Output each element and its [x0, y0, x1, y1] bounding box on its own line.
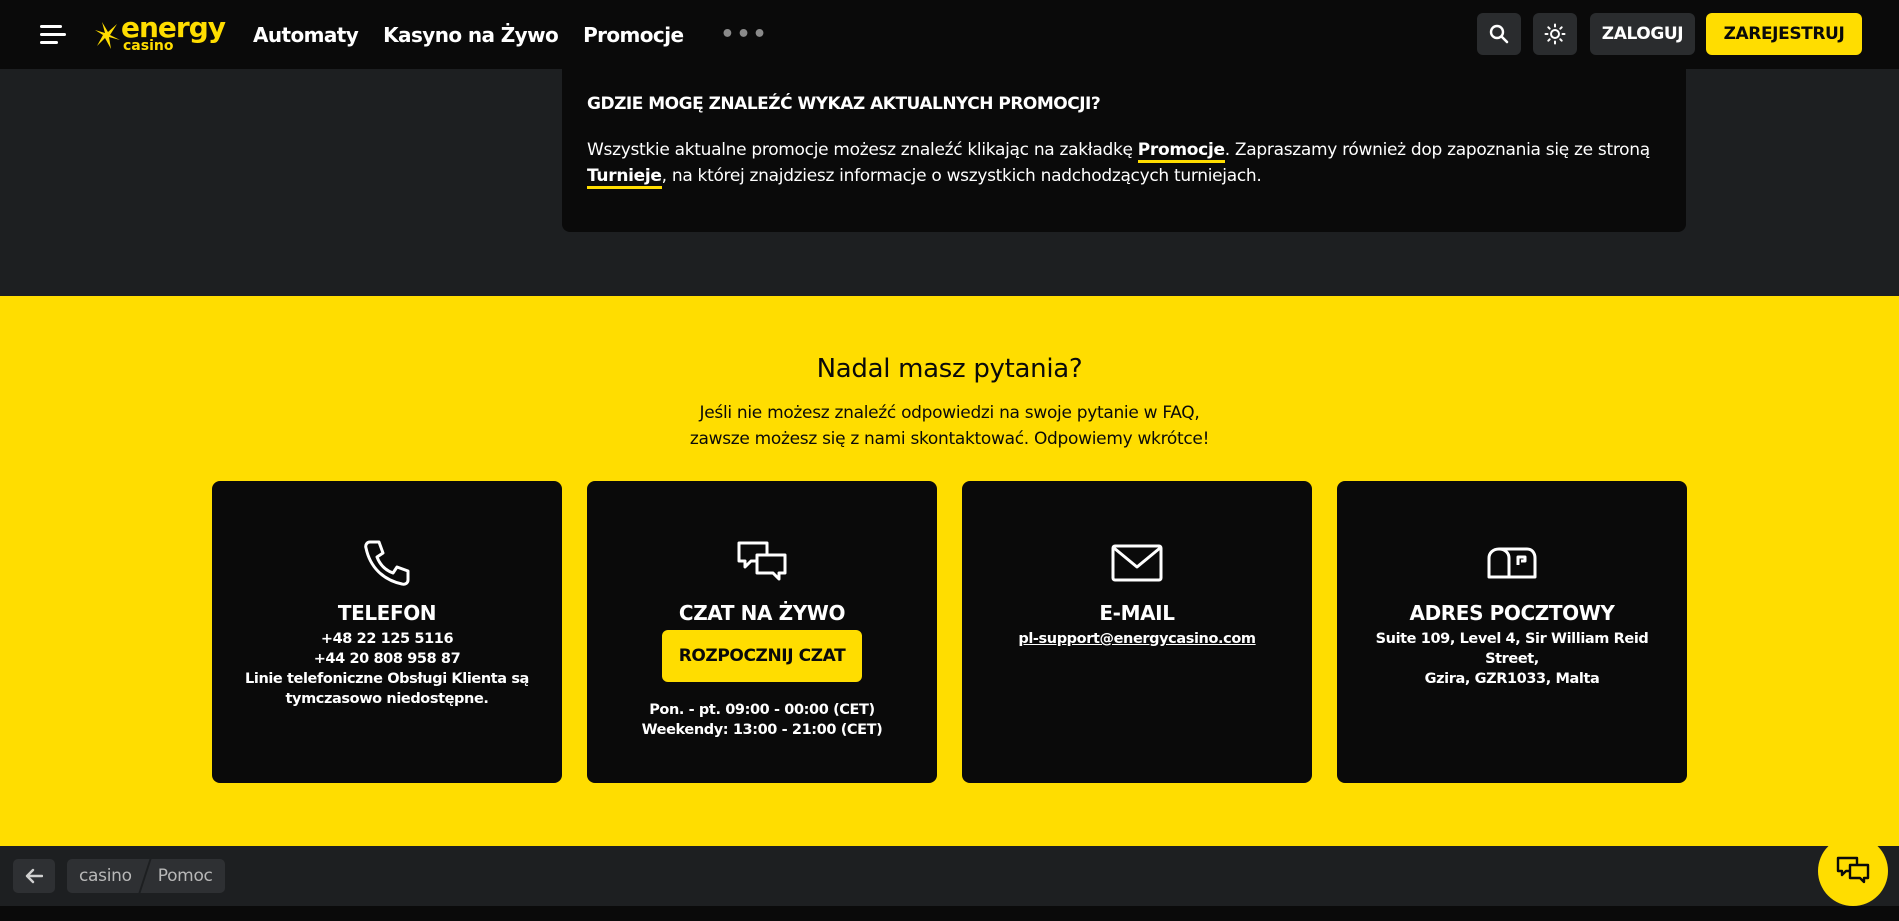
- postal-address-line: Suite 109, Level 4, Sir William Reid Str…: [1375, 631, 1649, 667]
- contact-cards: TELEFON +48 22 125 5116 +44 20 808 958 8…: [212, 481, 1687, 783]
- hamburger-icon[interactable]: [40, 22, 66, 46]
- promocje-link[interactable]: Promocje: [1137, 140, 1225, 163]
- contact-section: Nadal masz pytania? Jeśli nie możesz zna…: [0, 296, 1899, 846]
- logo-star-icon: [95, 22, 120, 49]
- phone-details: +48 22 125 5116 +44 20 808 958 87 Linie …: [232, 629, 542, 709]
- faq-question[interactable]: GDZIE MOGĘ ZNALEŹĆ WYKAZ AKTUALNYCH PROM…: [587, 94, 1101, 114]
- search-button[interactable]: [1477, 13, 1521, 55]
- chat-icon-wrap: [587, 537, 937, 589]
- postal-icon-wrap: [1337, 537, 1687, 589]
- top-header: energy casino Automaty Kasyno na Żywo Pr…: [0, 0, 1899, 69]
- logo-sub: casino: [123, 38, 174, 54]
- chat-card: CZAT NA ŻYWO ROZPOCZNIJ CZAT Pon. - pt. …: [587, 481, 937, 783]
- chat-bubbles-icon: [737, 541, 787, 581]
- email-card: E-MAIL pl-support@energycasino.com: [962, 481, 1312, 783]
- chat-icon: [1836, 856, 1870, 884]
- faq-answer-text: . Zapraszamy również dop zapoznania się …: [1224, 140, 1650, 160]
- chat-hours-weekdays: Pon. - pt. 09:00 - 00:00 (CET): [649, 702, 875, 718]
- phone-number[interactable]: +44 20 808 958 87: [232, 649, 542, 669]
- register-button[interactable]: ZAREJESTRUJ: [1706, 13, 1862, 55]
- back-button[interactable]: [13, 859, 55, 893]
- phone-number[interactable]: +48 22 125 5116: [232, 629, 542, 649]
- mailbox-icon: [1487, 547, 1537, 579]
- start-chat-button[interactable]: ROZPOCZNIJ CZAT: [662, 630, 862, 682]
- nav-promocje[interactable]: Promocje: [583, 23, 684, 47]
- theme-toggle-button[interactable]: [1533, 13, 1577, 55]
- contact-subtitle: Jeśli nie możesz znaleźć odpowiedzi na s…: [0, 400, 1899, 452]
- postal-address-line: Gzira, GZR1033, Malta: [1424, 671, 1600, 687]
- postal-address: Suite 109, Level 4, Sir William Reid Str…: [1357, 629, 1667, 689]
- phone-note: Linie telefoniczne Obsługi Klienta są ty…: [245, 671, 529, 707]
- breadcrumb-pomoc[interactable]: Pomoc: [146, 859, 225, 893]
- contact-subtitle-line: Jeśli nie możesz znaleźć odpowiedzi na s…: [699, 403, 1200, 423]
- email-details: pl-support@energycasino.com: [982, 629, 1292, 649]
- chat-hours-weekend: Weekendy: 13:00 - 21:00 (CET): [641, 722, 883, 738]
- breadcrumb-bar: casino Pomoc: [0, 846, 1899, 906]
- breadcrumb-casino[interactable]: casino: [67, 859, 144, 893]
- nav-kasyno-na-zywo[interactable]: Kasyno na Żywo: [383, 23, 559, 47]
- phone-card: TELEFON +48 22 125 5116 +44 20 808 958 8…: [212, 481, 562, 783]
- phone-title: TELEFON: [337, 601, 437, 625]
- envelope-icon: [1111, 544, 1163, 582]
- faq-answer: Wszystkie aktualne promocje możesz znale…: [587, 137, 1677, 189]
- breadcrumb: casino Pomoc: [67, 859, 225, 893]
- phone-icon-wrap: [212, 537, 562, 589]
- chat-hours: Pon. - pt. 09:00 - 00:00 (CET) Weekendy:…: [587, 700, 937, 740]
- more-menu-button[interactable]: •••: [720, 22, 768, 47]
- login-button[interactable]: ZALOGUJ: [1590, 13, 1695, 55]
- main-nav: Automaty Kasyno na Żywo Promocje •••: [253, 0, 769, 69]
- postal-title: ADRES POCZTOWY: [1409, 601, 1615, 625]
- email-link[interactable]: pl-support@energycasino.com: [1018, 631, 1256, 647]
- chat-title: CZAT NA ŻYWO: [678, 601, 846, 625]
- sun-icon: [1544, 23, 1566, 45]
- faq-answer-text: Wszystkie aktualne promocje możesz znale…: [587, 140, 1138, 160]
- nav-automaty[interactable]: Automaty: [253, 23, 359, 47]
- arrow-left-icon: [25, 868, 43, 884]
- energy-casino-logo[interactable]: energy casino: [93, 11, 233, 54]
- email-icon-wrap: [962, 537, 1312, 589]
- postal-card: ADRES POCZTOWY Suite 109, Level 4, Sir W…: [1337, 481, 1687, 783]
- contact-title: Nadal masz pytania?: [816, 354, 1083, 384]
- search-icon: [1489, 24, 1509, 44]
- bottom-strip: [0, 906, 1899, 921]
- faq-answer-text: , na której znajdziesz informacje o wszy…: [661, 166, 1262, 186]
- phone-icon: [364, 540, 410, 586]
- faq-item: GDZIE MOGĘ ZNALEŹĆ WYKAZ AKTUALNYCH PROM…: [562, 69, 1686, 232]
- contact-subtitle-line: zawsze możesz się z nami skontaktować. O…: [689, 429, 1210, 449]
- live-chat-fab[interactable]: [1818, 836, 1888, 906]
- turnieje-link[interactable]: Turnieje: [587, 166, 662, 189]
- email-title: E-MAIL: [1099, 601, 1175, 625]
